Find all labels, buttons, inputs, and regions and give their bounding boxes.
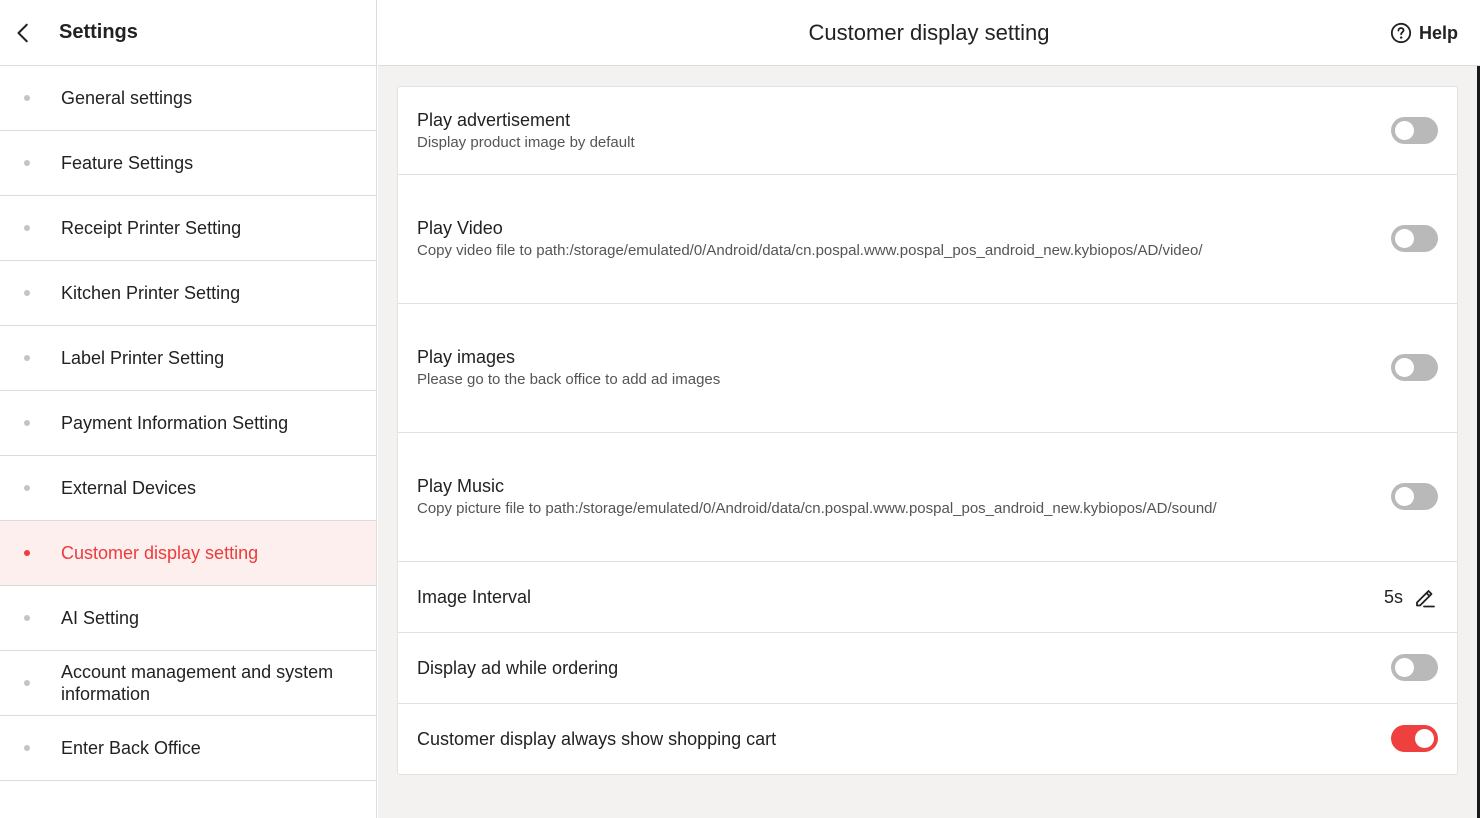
page-title: Customer display setting (808, 19, 1050, 45)
bullet-icon (24, 680, 30, 686)
sidebar-item-label: External Devices (61, 478, 197, 498)
sidebar-item-ai-setting[interactable]: AI Setting (0, 586, 376, 651)
help-label: Help (1418, 22, 1458, 43)
setting-subtitle: Display product image by default (417, 133, 635, 151)
pencil-icon (1416, 590, 1435, 608)
toggle-knob (1395, 658, 1414, 677)
setting-subtitle: Copy picture file to path:/storage/emula… (417, 500, 1217, 517)
bullet-icon (24, 615, 30, 621)
setting-row-play-music: Play Music Copy picture file to path:/st… (398, 433, 1457, 562)
sidebar-item-label-printer[interactable]: Label Printer Setting (0, 326, 376, 391)
sidebar-item-label: AI Setting (61, 608, 140, 628)
bullet-icon (24, 290, 30, 296)
question-circle-icon (1390, 22, 1412, 44)
sidebar-item-label: Account management and system informatio… (61, 662, 334, 704)
sidebar-item-label: Feature Settings (61, 153, 194, 173)
setting-title: Play Video (417, 218, 503, 238)
setting-row-play-video: Play Video Copy video file to path:/stor… (398, 175, 1457, 304)
image-interval-edit[interactable]: 5s (1384, 585, 1437, 609)
setting-title: Image Interval (417, 587, 532, 607)
setting-title: Play Music (417, 476, 505, 496)
sidebar-item-label: Label Printer Setting (61, 348, 225, 368)
toggle-knob (1415, 729, 1434, 748)
play-music-toggle[interactable] (1391, 483, 1438, 510)
sidebar-item-label: Receipt Printer Setting (61, 218, 242, 238)
main-panel: Customer display setting Help Play adver… (378, 0, 1480, 818)
sidebar-item-back-office[interactable]: Enter Back Office (0, 716, 376, 781)
app-window: Settings General settings Feature Settin… (0, 0, 1480, 818)
setting-subtitle: Copy video file to path:/storage/emulate… (417, 242, 1203, 259)
bullet-icon (24, 160, 30, 166)
setting-title: Play images (417, 347, 516, 367)
help-button[interactable]: Help (1390, 0, 1458, 66)
sidebar-item-label: Customer display setting (61, 543, 259, 563)
sidebar-title: Settings (59, 21, 138, 43)
image-interval-value: 5s (1383, 586, 1403, 607)
sidebar-item-account-management[interactable]: Account management and system informatio… (0, 651, 376, 716)
setting-texts: Customer display always show shopping ca… (417, 728, 776, 750)
sidebar-item-customer-display[interactable]: Customer display setting (0, 521, 376, 586)
sidebar-item-label: Enter Back Office (61, 738, 201, 758)
setting-texts: Display ad while ordering (417, 657, 618, 679)
chevron-left-icon (17, 23, 28, 42)
play-video-toggle[interactable] (1391, 225, 1438, 252)
setting-row-image-interval[interactable]: Image Interval 5s (398, 562, 1457, 633)
sidebar-item-general-settings[interactable]: General settings (0, 66, 376, 131)
play-images-toggle[interactable] (1391, 354, 1438, 381)
sidebar-item-receipt-printer[interactable]: Receipt Printer Setting (0, 196, 376, 261)
bullet-icon (24, 225, 30, 231)
setting-row-display-ad-ordering: Display ad while ordering (398, 633, 1457, 704)
setting-texts: Image Interval (417, 586, 531, 608)
sidebar-item-feature-settings[interactable]: Feature Settings (0, 131, 376, 196)
setting-subtitle: Please go to the back office to add ad i… (417, 371, 721, 388)
toggle-knob (1395, 120, 1414, 140)
play-advertisement-toggle[interactable] (1391, 116, 1438, 144)
sidebar-item-external-devices[interactable]: External Devices (0, 456, 376, 521)
bullet-icon (24, 550, 30, 556)
sidebar-header: Settings (0, 0, 376, 66)
setting-texts: Play Music Copy picture file to path:/st… (417, 475, 1217, 519)
setting-texts: Play Video Copy video file to path:/stor… (417, 217, 1203, 261)
always-show-cart-toggle[interactable] (1391, 725, 1438, 752)
bullet-icon (24, 485, 30, 491)
toggle-knob (1395, 487, 1414, 506)
settings-card: Play advertisement Display product image… (397, 86, 1458, 775)
setting-row-play-images: Play images Please go to the back office… (398, 304, 1457, 433)
toggle-knob (1395, 358, 1414, 377)
back-button[interactable] (0, 0, 48, 66)
setting-row-always-show-cart: Customer display always show shopping ca… (398, 704, 1457, 774)
setting-row-play-advertisement: Play advertisement Display product image… (398, 87, 1457, 175)
bullet-icon (24, 745, 30, 751)
display-ad-ordering-toggle[interactable] (1391, 654, 1438, 681)
sidebar-item-payment-information[interactable]: Payment Information Setting (0, 391, 376, 456)
setting-texts: Play advertisement Display product image… (417, 109, 635, 153)
sidebar-item-label: General settings (61, 88, 193, 108)
sidebar-item-label: Payment Information Setting (61, 413, 289, 433)
setting-texts: Play images Please go to the back office… (417, 346, 720, 390)
setting-title: Play advertisement (417, 109, 571, 130)
bullet-icon (24, 95, 30, 101)
sidebar-item-label: Kitchen Printer Setting (61, 283, 241, 303)
setting-title: Display ad while ordering (417, 658, 619, 678)
sidebar-item-kitchen-printer[interactable]: Kitchen Printer Setting (0, 261, 376, 326)
bullet-icon (24, 420, 30, 426)
bullet-icon (24, 355, 30, 361)
sidebar: Settings General settings Feature Settin… (0, 0, 377, 818)
top-bar: Customer display setting Help (378, 0, 1480, 66)
toggle-knob (1395, 229, 1414, 248)
setting-title: Customer display always show shopping ca… (417, 729, 777, 749)
